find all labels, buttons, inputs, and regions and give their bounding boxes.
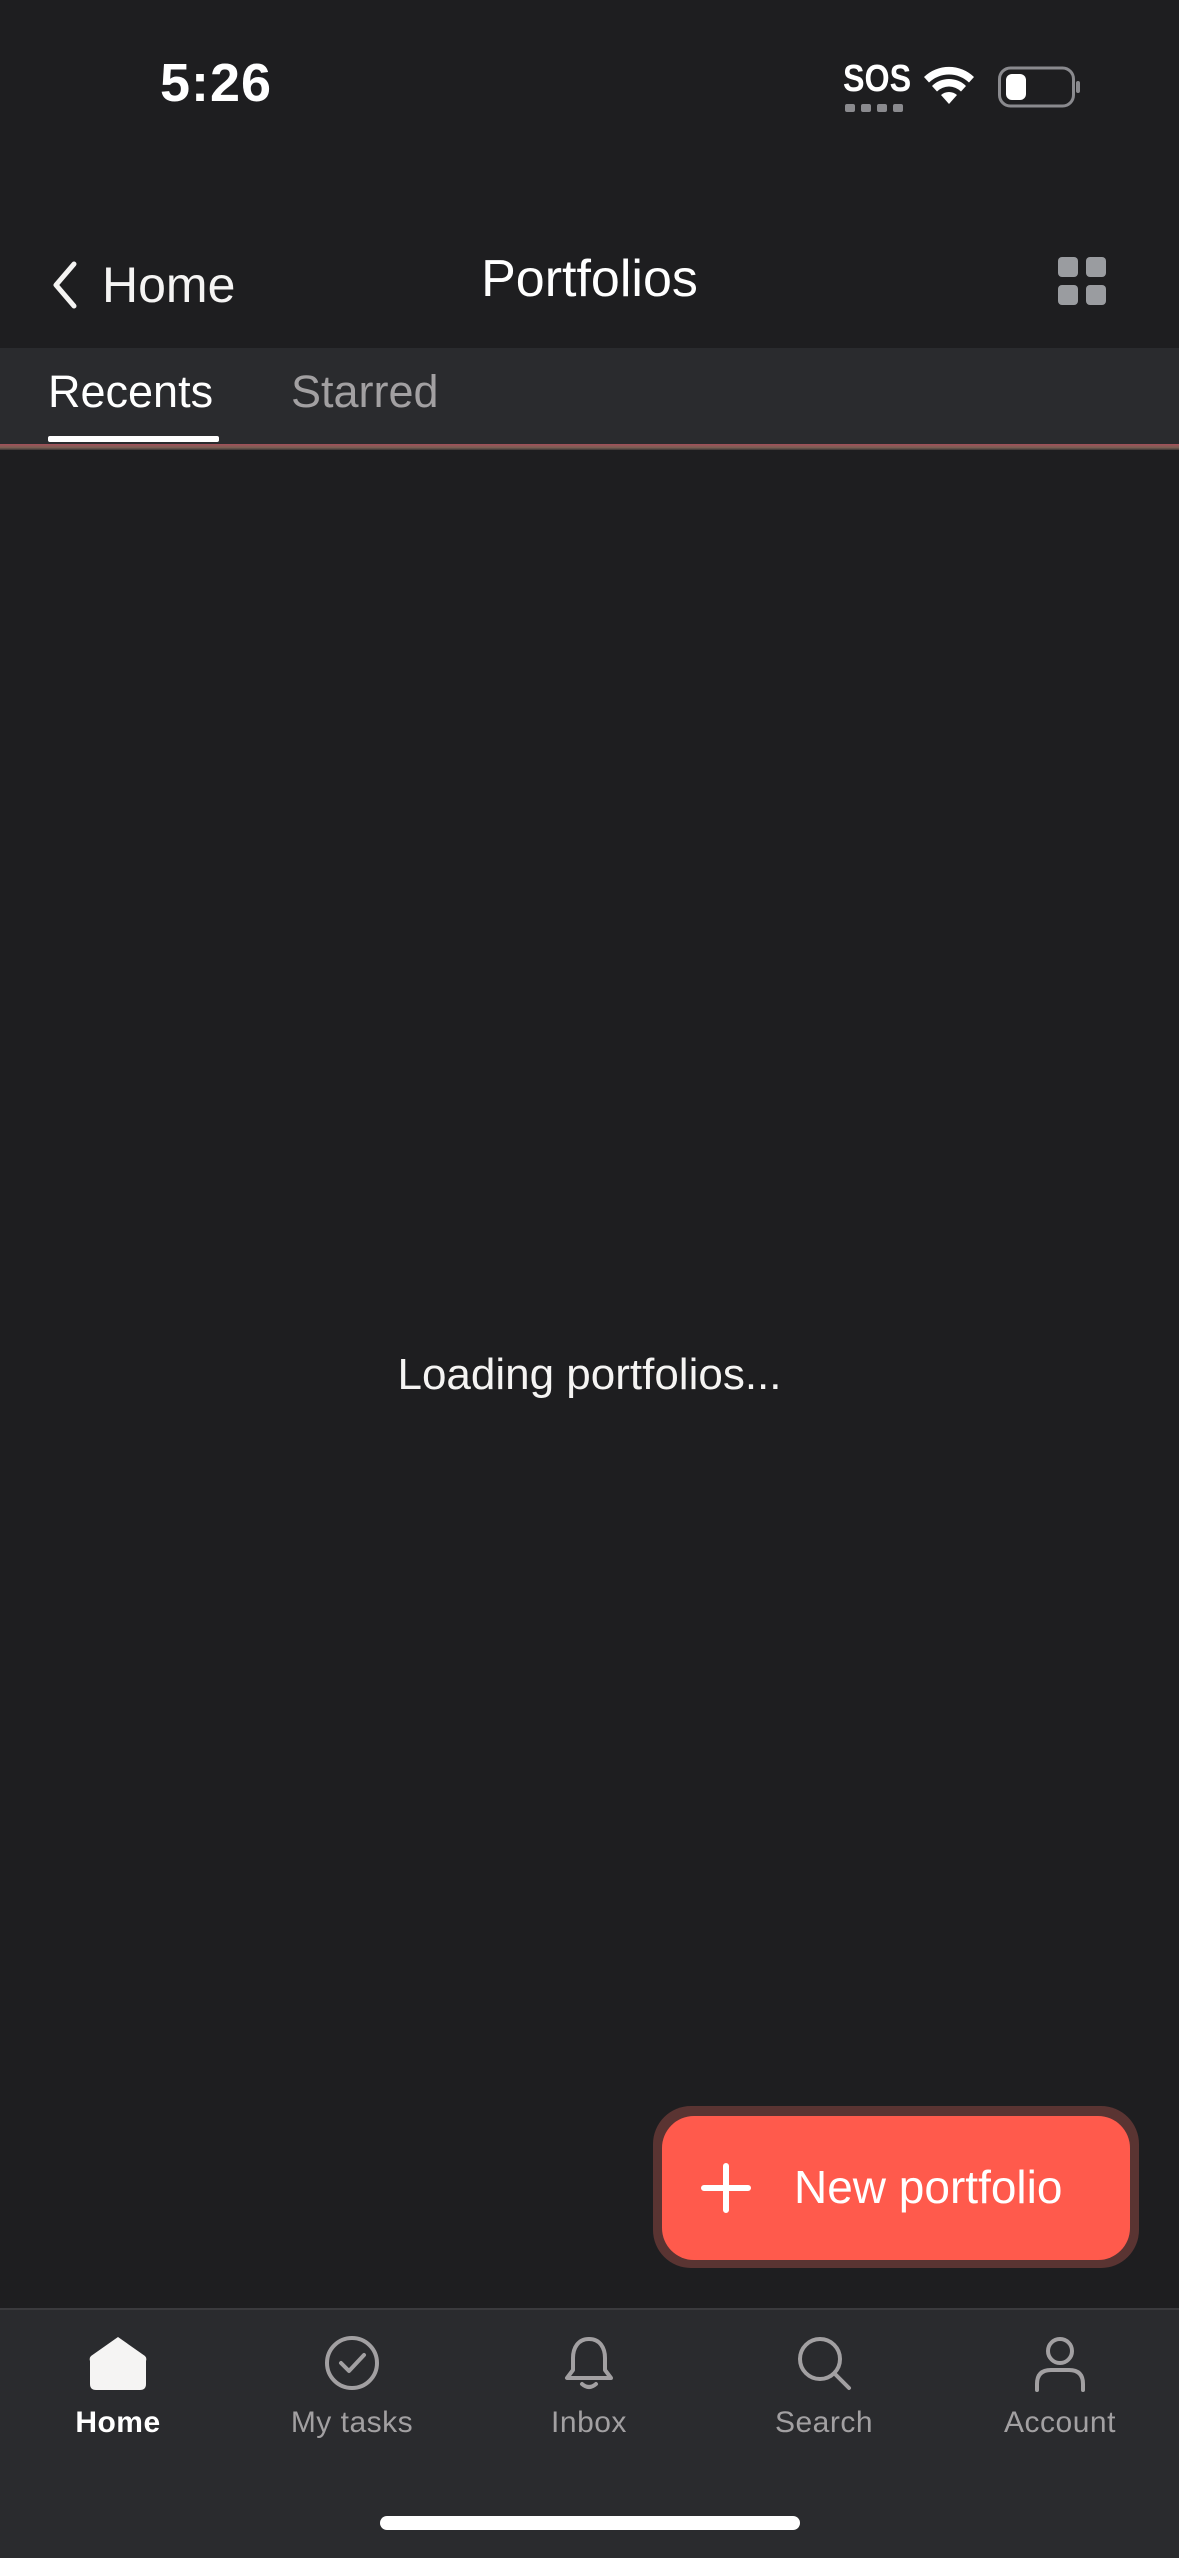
status-time: 5:26: [160, 53, 273, 113]
search-icon: [798, 2337, 851, 2390]
tab-recents[interactable]: Recents: [48, 366, 213, 438]
signal-dots: [845, 104, 903, 112]
nav-item-inbox[interactable]: Inbox: [489, 2334, 689, 2440]
sos-label: SOS: [843, 58, 912, 100]
active-tab-indicator: [48, 436, 219, 442]
status-bar: 5:26 SOS: [0, 0, 1179, 175]
check-circle-icon: [325, 2336, 379, 2390]
wifi-icon: [924, 66, 974, 104]
nav-label-search: Search: [774, 2406, 874, 2439]
nav-item-home[interactable]: Home: [18, 2334, 218, 2440]
nav-item-my-tasks[interactable]: My tasks: [252, 2334, 452, 2440]
tab-starred[interactable]: Starred: [291, 366, 439, 438]
plus-icon: [701, 2163, 751, 2213]
nav-label-home: Home: [75, 2406, 161, 2439]
battery-icon: [998, 66, 1080, 108]
person-icon: [1035, 2337, 1085, 2392]
page-title: Portfolios: [481, 250, 698, 308]
nav-item-account[interactable]: Account: [960, 2334, 1160, 2440]
loading-message: Loading portfolios...: [397, 1350, 782, 1399]
bell-icon: [565, 2337, 613, 2389]
grid-icon[interactable]: [1054, 253, 1110, 309]
sos-indicator: SOS: [843, 58, 911, 116]
main-content: Loading portfolios...: [0, 450, 1179, 2310]
nav-item-search[interactable]: Search: [724, 2334, 924, 2440]
home-icon: [89, 2337, 147, 2390]
nav-label-my-tasks: My tasks: [290, 2406, 414, 2439]
nav-label-inbox: Inbox: [551, 2406, 627, 2439]
new-portfolio-button[interactable]: New portfolio: [662, 2116, 1130, 2260]
nav-header: Home Portfolios: [0, 225, 1179, 345]
nav-label-account: Account: [1004, 2406, 1116, 2439]
new-portfolio-label: New portfolio: [794, 2161, 1063, 2213]
tab-bar: Recents Starred: [0, 348, 1179, 444]
home-indicator: [380, 2516, 800, 2530]
